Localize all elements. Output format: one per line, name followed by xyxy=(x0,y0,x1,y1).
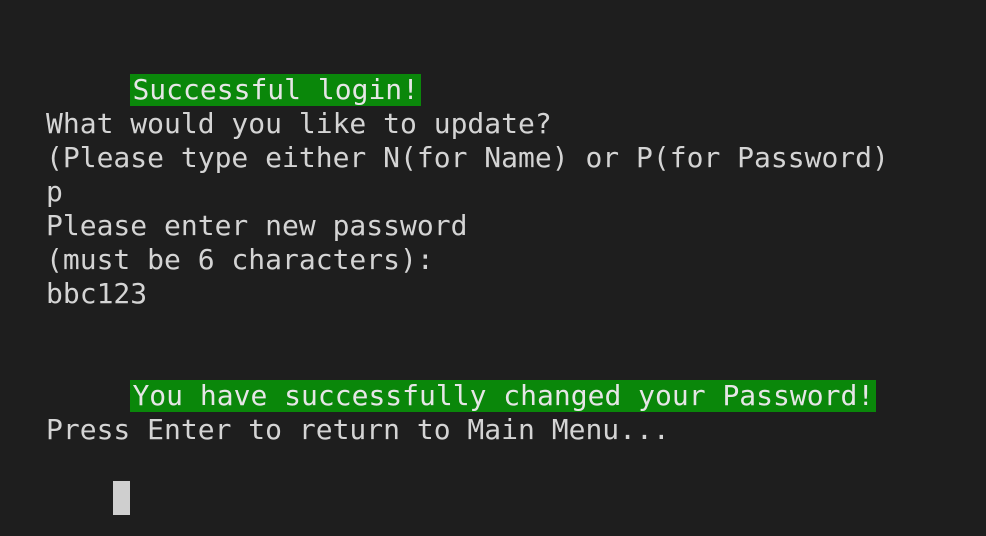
password-changed-message: You have successfully changed your Passw… xyxy=(130,379,877,412)
update-prompt: What would you like to update? xyxy=(46,107,552,140)
terminal-line-success-login: Successful login! xyxy=(46,39,986,106)
new-password-input: bbc123 xyxy=(46,277,148,310)
terminal-line-success-password: You have successfully changed your Passw… xyxy=(46,345,986,412)
new-password-prompt: Please enter new password xyxy=(46,209,468,242)
return-menu-prompt: Press Enter to return to Main Menu... xyxy=(46,413,670,446)
terminal-window[interactable]: Successful login! What would you like to… xyxy=(0,0,986,536)
password-requirement-hint: (must be 6 characters): xyxy=(46,243,434,276)
user-choice-input: p xyxy=(46,175,63,208)
success-login-message: Successful login! xyxy=(130,73,422,106)
text-cursor[interactable] xyxy=(113,481,131,515)
update-options-hint: (Please type either N(for Name) or P(for… xyxy=(46,141,889,174)
terminal-input-line[interactable] xyxy=(46,447,986,515)
